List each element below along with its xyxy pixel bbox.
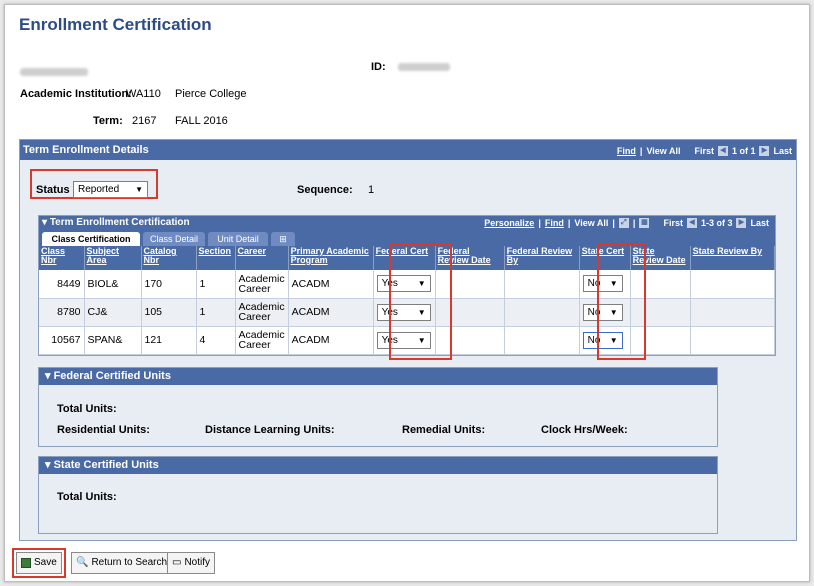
column-header[interactable]: Primary Academic Program <box>288 246 374 270</box>
id-label: ID: <box>371 61 386 73</box>
state-review-by-cell <box>690 298 776 327</box>
status-select[interactable]: Reported ▼ <box>73 181 148 198</box>
class-nbr-cell: 8780 <box>39 298 85 327</box>
residential-units-label: Residential Units: <box>57 424 150 436</box>
federal-units-header: ▾ Federal Certified Units <box>39 368 717 385</box>
career-cell: Academic Career <box>235 298 289 327</box>
column-header[interactable]: State Review By <box>690 246 776 270</box>
tab-class-detail[interactable]: Class Detail <box>143 232 205 246</box>
page-title: Enrollment Certification <box>19 15 212 34</box>
catalog-cell: 105 <box>141 298 197 327</box>
save-button-label: Save <box>34 557 57 568</box>
return-to-search-label: Return to Search <box>91 557 168 568</box>
student-name-redacted <box>20 68 88 76</box>
column-header[interactable]: Career <box>235 246 289 270</box>
federal-cert-highlight <box>389 244 452 360</box>
catalog-cell: 170 <box>141 270 197 299</box>
student-id-redacted <box>398 63 450 71</box>
program-cell: ACADM <box>288 326 374 355</box>
grid-view-all-link[interactable]: View All <box>574 218 608 228</box>
window-frame: Enrollment Certification ID: Academic In… <box>4 4 810 582</box>
column-header[interactable]: Subject Area <box>84 246 142 270</box>
download-grid-icon[interactable]: ▦ <box>639 218 650 228</box>
distance-units-label: Distance Learning Units: <box>205 424 335 436</box>
section-cell: 4 <box>196 326 236 355</box>
grid-first-link[interactable]: First <box>663 218 683 228</box>
term-name: FALL 2016 <box>175 115 228 127</box>
state-review-by-cell <box>690 270 776 299</box>
state-review-by-cell <box>690 326 776 355</box>
subject-cell: BIOL& <box>84 270 142 299</box>
academic-institution-label: Academic Institution: <box>20 88 132 100</box>
federal-units-title: Federal Certified Units <box>53 370 171 382</box>
state-units-panel: ▾ State Certified Units Total Units: <box>38 456 718 534</box>
sequence-label: Sequence: <box>297 184 353 196</box>
grid-nav: Personalize | Find | View All | ⤢ | ▦ First … <box>484 218 769 228</box>
next-arrow-icon[interactable]: ▶ <box>759 146 770 156</box>
catalog-cell: 121 <box>141 326 197 355</box>
grid-find-link[interactable]: Find <box>545 218 564 228</box>
zoom-grid-icon[interactable]: ⤢ <box>618 218 629 228</box>
grid-title-wrap: ▾ Term Enrollment Certification <box>42 217 190 228</box>
program-cell: ACADM <box>288 298 374 327</box>
record-range: 1 of 1 <box>731 146 756 156</box>
section-cell: 1 <box>196 270 236 299</box>
federal-review-by-cell <box>504 270 580 299</box>
notify-icon: ▭ <box>172 557 182 568</box>
federal-units-panel: ▾ Federal Certified Units Total Units: R… <box>38 367 718 447</box>
program-cell: ACADM <box>288 270 374 299</box>
academic-institution-code: WA110 <box>126 88 161 100</box>
sequence-value: 1 <box>368 184 375 196</box>
section-cell: 1 <box>196 298 236 327</box>
term-code: 2167 <box>132 115 157 127</box>
term-enrollment-panel: Term Enrollment Details Find | View All F… <box>19 139 797 541</box>
column-header[interactable]: Section <box>196 246 236 270</box>
term-panel-title: Term Enrollment Details <box>23 144 149 156</box>
state-total-units-label: Total Units: <box>57 491 117 503</box>
last-link[interactable]: Last <box>773 146 792 156</box>
tab-unit-detail[interactable]: Unit Detail <box>208 232 268 246</box>
return-to-search-button[interactable]: 🔍 Return to Search <box>71 552 173 574</box>
column-header[interactable]: Class Nbr <box>39 246 85 270</box>
notify-button[interactable]: ▭ Notify <box>167 552 216 574</box>
term-panel-header: Term Enrollment Details Find | View All F… <box>20 140 796 160</box>
career-cell: Academic Career <box>235 270 289 299</box>
grid-record-range: 1-3 of 3 <box>700 218 733 228</box>
find-link[interactable]: Find <box>617 146 636 156</box>
state-cert-highlight <box>597 244 646 360</box>
career-cell: Academic Career <box>235 326 289 355</box>
subject-cell: SPAN& <box>84 326 142 355</box>
grid-title: Term Enrollment Certification <box>49 217 190 228</box>
grid-previous-arrow-icon[interactable]: ◀ <box>686 218 697 228</box>
clock-hrs-label: Clock Hrs/Week: <box>541 424 628 436</box>
notify-label: Notify <box>184 557 211 568</box>
grid-next-arrow-icon[interactable]: ▶ <box>736 218 747 228</box>
column-header[interactable]: Federal Review By <box>504 246 580 270</box>
term-panel-nav: Find | View All First ◀ 1 of 1 ▶ Last <box>616 146 792 156</box>
federal-review-by-cell <box>504 298 580 327</box>
academic-institution-name: Pierce College <box>175 88 247 100</box>
term-label: Term: <box>93 115 123 127</box>
tab-class-certification[interactable]: Class Certification <box>42 232 140 246</box>
column-header[interactable]: Catalog Nbr <box>141 246 197 270</box>
class-nbr-cell: 8449 <box>39 270 85 299</box>
first-link[interactable]: First <box>694 146 714 156</box>
remedial-units-label: Remedial Units: <box>402 424 486 436</box>
federal-total-units-label: Total Units: <box>57 403 117 415</box>
save-icon <box>21 558 31 568</box>
view-all-link[interactable]: View All <box>646 146 680 156</box>
state-units-title: State Certified Units <box>53 459 159 471</box>
search-icon: 🔍 <box>76 557 89 568</box>
class-nbr-cell: 10567 <box>39 326 85 355</box>
save-button[interactable]: Save <box>16 552 62 574</box>
status-label: Status <box>36 184 70 196</box>
grid-header: ▾ Term Enrollment Certification Personal… <box>39 216 775 230</box>
show-all-columns-icon[interactable]: ⊞ <box>271 232 295 246</box>
previous-arrow-icon[interactable]: ◀ <box>717 146 728 156</box>
subject-cell: CJ& <box>84 298 142 327</box>
federal-review-by-cell <box>504 326 580 355</box>
grid-last-link[interactable]: Last <box>750 218 769 228</box>
state-units-header: ▾ State Certified Units <box>39 457 717 474</box>
personalize-link[interactable]: Personalize <box>484 218 534 228</box>
